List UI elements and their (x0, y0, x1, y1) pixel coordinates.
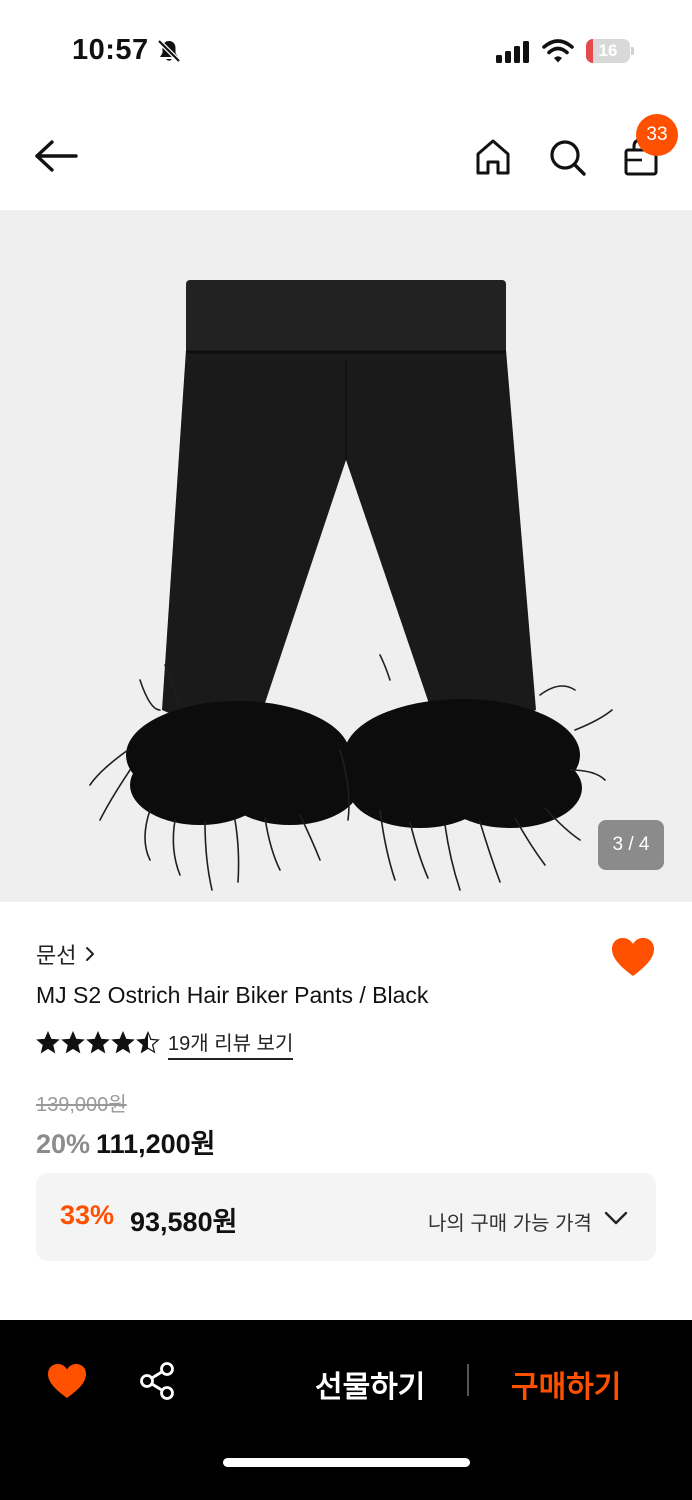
bottom-action-bar: 선물하기 구매하기 (0, 1320, 692, 1500)
my-price-value: 93,580원 (130, 1207, 238, 1237)
star-icon (111, 1031, 135, 1054)
review-link[interactable]: 19개 리뷰 보기 (168, 1027, 294, 1060)
original-price: 139,000원 (36, 1094, 127, 1116)
image-counter: 3 / 4 (598, 820, 664, 870)
cart-count-badge: 33 (636, 114, 678, 156)
home-indicator (223, 1458, 470, 1467)
chevron-down-icon (604, 1211, 628, 1225)
product-image (89, 280, 613, 891)
status-time: 10:57 (72, 34, 149, 66)
home-icon[interactable] (472, 136, 514, 178)
my-price-percent: 33% (60, 1200, 115, 1230)
gift-button[interactable]: 선물하기 (315, 1362, 425, 1406)
my-price-dropdown[interactable]: 33% 93,580원 나의 구매 가능 가격 (36, 1173, 656, 1261)
app-header (0, 100, 692, 210)
search-icon[interactable] (546, 136, 588, 178)
star-icon (36, 1031, 60, 1054)
share-icon[interactable] (138, 1361, 176, 1401)
rating: 19개 리뷰 보기 (36, 1027, 294, 1060)
battery-level: 16 (598, 41, 618, 60)
brand-link[interactable]: 문선 (36, 938, 96, 970)
chevron-right-icon (86, 947, 95, 961)
signal-icon (496, 41, 529, 63)
status-bar: 10:57 16 (0, 0, 692, 100)
discount-percent: 20% (36, 1129, 91, 1159)
bar-divider (467, 1364, 469, 1396)
product-name: MJ S2 Ostrich Hair Biker Pants / Black (36, 982, 429, 1008)
wishlist-heart-icon[interactable] (610, 936, 656, 978)
wifi-icon (542, 39, 574, 63)
battery-icon: 16 (586, 39, 634, 63)
rating-stars (36, 1031, 160, 1055)
my-price-label: 나의 구매 가능 가격 (428, 1213, 592, 1235)
wishlist-heart-icon[interactable] (46, 1362, 88, 1400)
sale-price: 111,200원 (96, 1129, 216, 1159)
product-image-gallery[interactable] (0, 210, 692, 902)
star-icon (61, 1031, 85, 1054)
bell-slash-icon (157, 39, 181, 63)
back-arrow-icon[interactable] (30, 134, 82, 178)
sale-price-row: 20% 111,200원 (36, 1122, 216, 1161)
brand-name: 문선 (36, 943, 77, 968)
star-icon (136, 1031, 160, 1054)
buy-button[interactable]: 구매하기 (511, 1362, 621, 1406)
star-icon (86, 1031, 110, 1054)
